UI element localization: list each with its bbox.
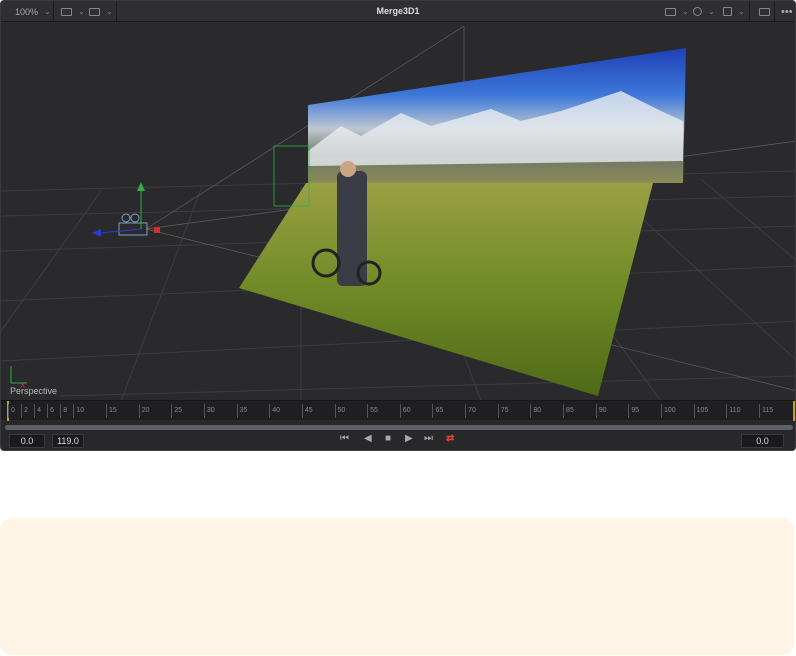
viewer-toolbar: 100% ⌄ ⌄ ⌄ Merge3D1 ⌄ ⌄ ⌄ ••• [1, 1, 795, 22]
timeline-tick: 45 [301, 404, 313, 418]
timeline-tick: 60 [399, 404, 411, 418]
timeline-tick: 105 [693, 404, 708, 418]
timeline-tick: 80 [530, 404, 541, 418]
timeline-tick: 20 [138, 404, 149, 418]
timeline-ruler[interactable]: 0 2 4 6 8 10 15 20 25 30 35 40 45 50 55 60 65 70 75 80 85 90 9… [1, 400, 795, 421]
dual-view-icon [759, 7, 770, 16]
timeline-tick: 8 [60, 404, 67, 418]
timeline-tick: 75 [497, 404, 509, 418]
timeline-tick: 50 [334, 404, 345, 418]
grid-icon [723, 7, 732, 16]
transport-bar: 0.0 119.0 ⏮ ◀ ■ ▶ ⏭ ⇄ 0.0 [1, 431, 795, 450]
color-channels-icon [693, 7, 702, 16]
3d-viewport[interactable]: X [1, 22, 796, 400]
go-to-start-button[interactable]: ⏮ [340, 433, 349, 444]
dual-view-button[interactable] [753, 1, 776, 22]
zoom-level: 100% [15, 6, 39, 17]
view-type-label[interactable]: Perspective [10, 386, 57, 396]
range-end-marker[interactable] [793, 401, 795, 421]
timeline-tick: 85 [563, 404, 574, 418]
timeline-tick: 30 [203, 404, 215, 418]
split-view-icon [61, 7, 72, 16]
loop-button[interactable]: ⇄ [446, 433, 454, 444]
timeline-tick: 110 [726, 404, 740, 418]
timeline-tick: 90 [595, 404, 606, 418]
timeline-tick: 35 [236, 404, 247, 418]
start-time-field[interactable]: 0.0 [9, 434, 45, 448]
roi-dropdown[interactable]: ⌄ [83, 1, 119, 22]
viewer-window: 100% ⌄ ⌄ ⌄ Merge3D1 ⌄ ⌄ ⌄ ••• X Perspecti… [0, 0, 796, 451]
current-time-field[interactable]: 0.0 [741, 434, 784, 448]
stop-button[interactable]: ■ [385, 433, 391, 444]
zoom-dropdown[interactable]: 100% ⌄ [9, 1, 57, 22]
divider [749, 1, 750, 22]
chevron-down-icon: ⌄ [106, 7, 113, 16]
timeline-tick: 95 [628, 404, 639, 418]
lut-dropdown[interactable]: ⌄ [717, 1, 751, 22]
note-box [0, 518, 794, 655]
more-icon: ••• [781, 5, 793, 18]
chevron-down-icon: ⌄ [708, 7, 715, 16]
timeline-tick: 25 [171, 404, 182, 418]
color-dropdown[interactable]: ⌄ [687, 1, 721, 22]
end-time-field[interactable]: 119.0 [52, 434, 84, 448]
chevron-down-icon: ⌄ [44, 7, 51, 16]
timeline-tick: 0 [8, 404, 15, 418]
monitor-icon [89, 7, 100, 16]
divider [116, 1, 117, 22]
play-forward-button[interactable]: ▶ [405, 433, 413, 444]
timeline-tick: 40 [269, 404, 280, 418]
timeline-tick: 2 [21, 404, 28, 418]
display-icon [665, 7, 676, 16]
timeline-tick: 15 [105, 404, 117, 418]
play-reverse-button[interactable]: ◀ [364, 433, 372, 444]
go-to-end-button[interactable]: ⏭ [424, 433, 433, 444]
timeline-tick: 6 [47, 404, 54, 418]
timeline-tick: 55 [367, 404, 378, 418]
more-options-button[interactable]: ••• [775, 1, 795, 22]
timeline-scrollbar[interactable] [5, 425, 793, 430]
timeline-tick: 4 [34, 404, 41, 418]
timeline-tick: 100 [661, 404, 676, 418]
timeline-tick: 10 [73, 404, 84, 418]
divider [53, 1, 54, 22]
timeline-tick: 115 [758, 404, 773, 418]
timeline-tick: 65 [432, 404, 443, 418]
timeline-tick: 70 [465, 404, 476, 418]
chevron-down-icon: ⌄ [738, 7, 745, 16]
